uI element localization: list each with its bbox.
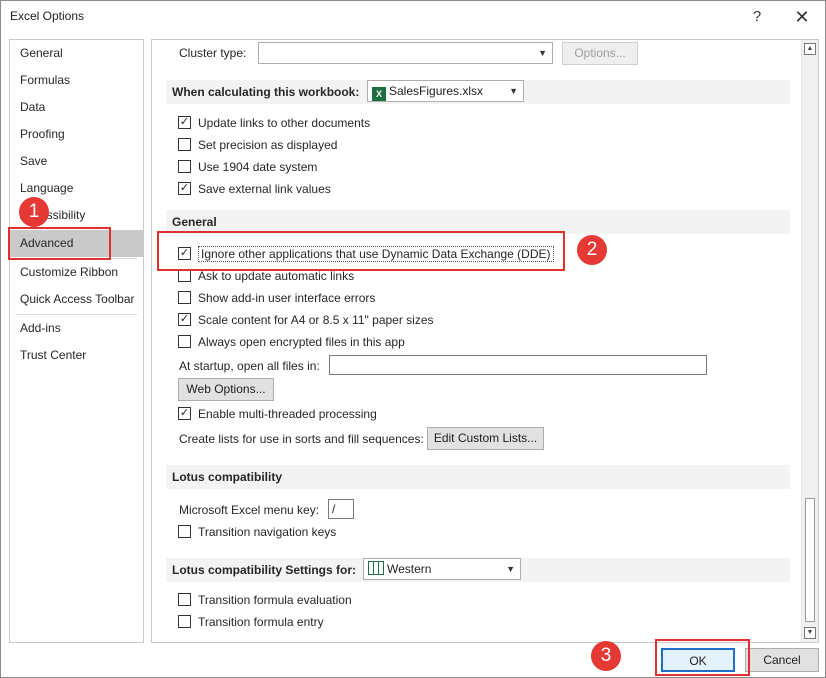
scroll-thumb[interactable] bbox=[805, 498, 815, 622]
transition-nav-keys-checkbox[interactable] bbox=[178, 525, 191, 538]
section-header-lotus: Lotus compatibility bbox=[166, 465, 790, 489]
custom-lists-label: Create lists for use in sorts and fill s… bbox=[179, 432, 424, 446]
callout-badge-2: 2 bbox=[577, 235, 607, 265]
open-encrypted-label[interactable]: Always open encrypted files in this app bbox=[198, 335, 405, 349]
scroll-down-arrow-icon[interactable]: ▼ bbox=[804, 627, 816, 639]
open-encrypted-checkbox[interactable] bbox=[178, 335, 191, 348]
callout-box-ok bbox=[655, 639, 750, 676]
lotus-sheet-dropdown[interactable]: Western ▼ bbox=[363, 558, 521, 580]
nav-item-formulas[interactable]: Formulas bbox=[10, 67, 143, 94]
menu-key-input[interactable]: / bbox=[328, 499, 354, 519]
transition-formula-eval-checkbox[interactable] bbox=[178, 593, 191, 606]
date-1904-checkbox[interactable] bbox=[178, 160, 191, 173]
cancel-button[interactable]: Cancel bbox=[745, 648, 819, 672]
startup-folder-label: At startup, open all files in: bbox=[179, 359, 320, 373]
transition-nav-keys-label[interactable]: Transition navigation keys bbox=[198, 525, 336, 539]
set-precision-checkbox[interactable] bbox=[178, 138, 191, 151]
scale-content-checkbox[interactable]: ✓ bbox=[178, 313, 191, 326]
callout-badge-3: 3 bbox=[591, 641, 621, 671]
multithread-label[interactable]: Enable multi-threaded processing bbox=[198, 407, 377, 421]
save-external-links-checkbox[interactable]: ✓ bbox=[178, 182, 191, 195]
nav-item-save[interactable]: Save bbox=[10, 148, 143, 175]
workbook-dropdown[interactable]: X SalesFigures.xlsx ▼ bbox=[367, 80, 524, 102]
set-precision-label[interactable]: Set precision as displayed bbox=[198, 138, 337, 152]
web-options-button[interactable]: Web Options... bbox=[178, 378, 274, 401]
nav-item-quick-access-toolbar[interactable]: Quick Access Toolbar bbox=[10, 286, 143, 313]
save-external-links-label[interactable]: Save external link values bbox=[198, 182, 331, 196]
edit-custom-lists-button[interactable]: Edit Custom Lists... bbox=[427, 427, 544, 450]
date-1904-label[interactable]: Use 1904 date system bbox=[198, 160, 317, 174]
title-bar: Excel Options ? ✕ bbox=[1, 1, 825, 33]
callout-badge-1: 1 bbox=[19, 197, 49, 227]
transition-formula-entry-checkbox[interactable] bbox=[178, 615, 191, 628]
update-links-label[interactable]: Update links to other documents bbox=[198, 116, 370, 130]
chevron-down-icon: ▼ bbox=[538, 48, 547, 58]
update-links-checkbox[interactable]: ✓ bbox=[178, 116, 191, 129]
nav-item-general[interactable]: General bbox=[10, 40, 143, 67]
cluster-options-button[interactable]: Options... bbox=[562, 42, 638, 65]
vertical-scrollbar[interactable]: ▲ ▼ bbox=[801, 40, 818, 642]
sheet-icon bbox=[368, 561, 384, 575]
cluster-type-label: Cluster type: bbox=[179, 46, 247, 60]
close-button[interactable]: ✕ bbox=[790, 5, 814, 29]
callout-box-dde bbox=[157, 231, 565, 271]
nav-item-customize-ribbon[interactable]: Customize Ribbon bbox=[10, 259, 143, 286]
nav-item-proofing[interactable]: Proofing bbox=[10, 121, 143, 148]
chevron-down-icon: ▼ bbox=[509, 86, 518, 96]
cluster-type-dropdown[interactable]: ▼ bbox=[258, 42, 553, 64]
multithread-checkbox[interactable]: ✓ bbox=[178, 407, 191, 420]
advanced-options-pane: Cluster type: ▼ Options... When calculat… bbox=[151, 39, 819, 643]
ask-update-links-label[interactable]: Ask to update automatic links bbox=[198, 269, 354, 283]
nav-item-data[interactable]: Data bbox=[10, 94, 143, 121]
callout-box-advanced bbox=[8, 227, 111, 260]
nav-item-trust-center[interactable]: Trust Center bbox=[10, 342, 143, 369]
excel-options-dialog: Excel Options ? ✕ General Formulas Data … bbox=[0, 0, 826, 678]
transition-formula-eval-label[interactable]: Transition formula evaluation bbox=[198, 593, 352, 607]
show-addin-errors-checkbox[interactable] bbox=[178, 291, 191, 304]
nav-item-add-ins[interactable]: Add-ins bbox=[10, 315, 143, 342]
scroll-up-arrow-icon[interactable]: ▲ bbox=[804, 43, 816, 55]
menu-key-label: Microsoft Excel menu key: bbox=[179, 503, 320, 517]
transition-formula-entry-label[interactable]: Transition formula entry bbox=[198, 615, 324, 629]
startup-folder-input[interactable] bbox=[329, 355, 707, 375]
dialog-title: Excel Options bbox=[10, 9, 85, 23]
chevron-down-icon: ▼ bbox=[506, 564, 515, 574]
show-addin-errors-label[interactable]: Show add-in user interface errors bbox=[198, 291, 375, 305]
excel-file-icon: X bbox=[372, 87, 386, 101]
help-button[interactable]: ? bbox=[745, 5, 769, 29]
category-nav: General Formulas Data Proofing Save Lang… bbox=[9, 39, 144, 643]
scale-content-label[interactable]: Scale content for A4 or 8.5 x 11" paper … bbox=[198, 313, 434, 327]
